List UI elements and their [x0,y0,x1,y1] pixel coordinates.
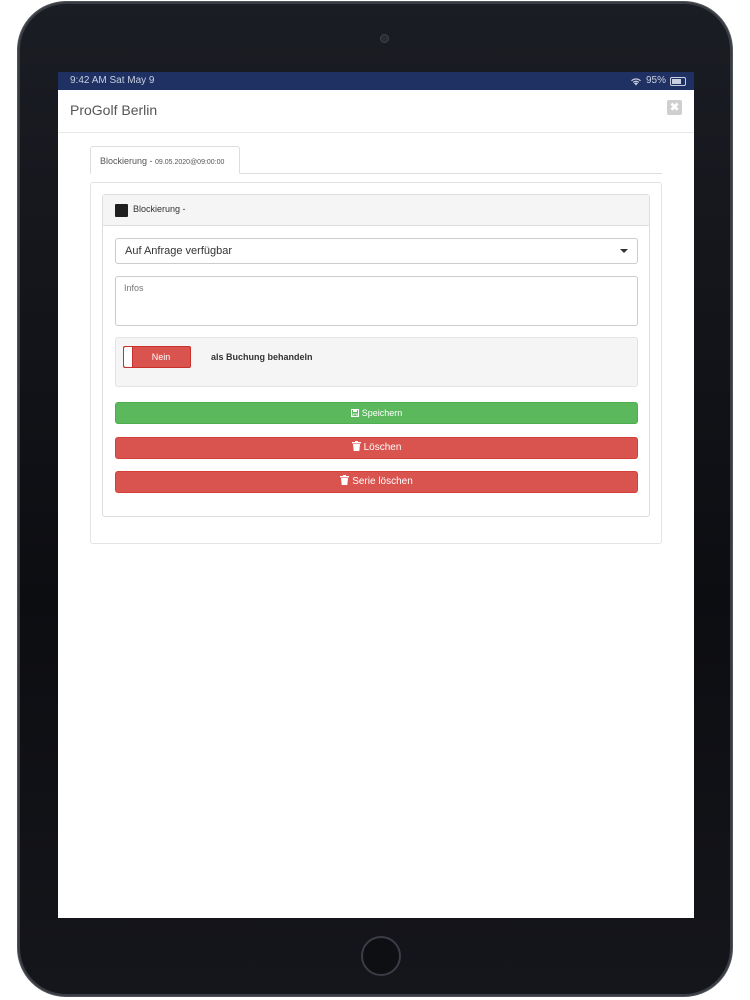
battery-icon [670,76,686,86]
modal-title: ProGolf Berlin [70,102,158,118]
close-icon[interactable]: ✖ [667,100,682,115]
tab-blockierung[interactable]: Blockierung - 09.05.2020@09:00:00 [90,146,240,174]
floppy-disk-icon [350,409,359,417]
color-swatch[interactable] [115,204,128,217]
booking-toggle-switch[interactable]: Nein [123,346,191,368]
delete-series-button-label: Serie löschen [352,476,413,487]
availability-selected-value: Auf Anfrage verfügbar [125,245,233,257]
battery-percent: 95% [645,75,666,86]
wifi-icon [631,77,641,85]
trash-icon [340,475,350,485]
delete-series-button[interactable]: Serie löschen [115,471,638,493]
booking-panel: Blockierung - Auf Anfrage verfügbar Nein… [102,194,650,517]
screen: 9:42 AM Sat May 9 95% ProGolf Berlin ✖ B… [58,72,694,918]
tablet-frame: 9:42 AM Sat May 9 95% ProGolf Berlin ✖ B… [18,2,732,996]
caret-down-icon [620,249,628,253]
status-indicators: 95% [630,72,686,90]
treat-as-booking-label: als Buchung behandeln [211,352,313,362]
status-time: 9:42 AM Sat May 9 [70,75,155,86]
save-button-label: Speichern [361,408,403,418]
availability-select[interactable]: Auf Anfrage verfügbar [115,238,638,264]
modal-header: ProGolf Berlin ✖ [58,90,694,133]
home-button[interactable] [361,936,401,976]
delete-button-label: Löschen [363,442,402,453]
infos-textarea[interactable] [115,276,638,326]
tab-label: Blockierung - [100,156,156,166]
save-button[interactable]: Speichern [115,402,638,424]
delete-button[interactable]: Löschen [115,437,638,459]
tab-divider [240,173,662,174]
tab-date: 09.05.2020@09:00:00 [155,159,225,166]
panel-heading-label: Blockierung - [133,204,186,214]
panel-heading: Blockierung - [103,195,649,226]
booking-toggle-well: Nein als Buchung behandeln [115,337,638,387]
status-bar: 9:42 AM Sat May 9 95% [58,72,694,90]
front-camera [380,34,389,43]
trash-icon [351,441,361,451]
toggle-label: Nein [151,352,171,362]
